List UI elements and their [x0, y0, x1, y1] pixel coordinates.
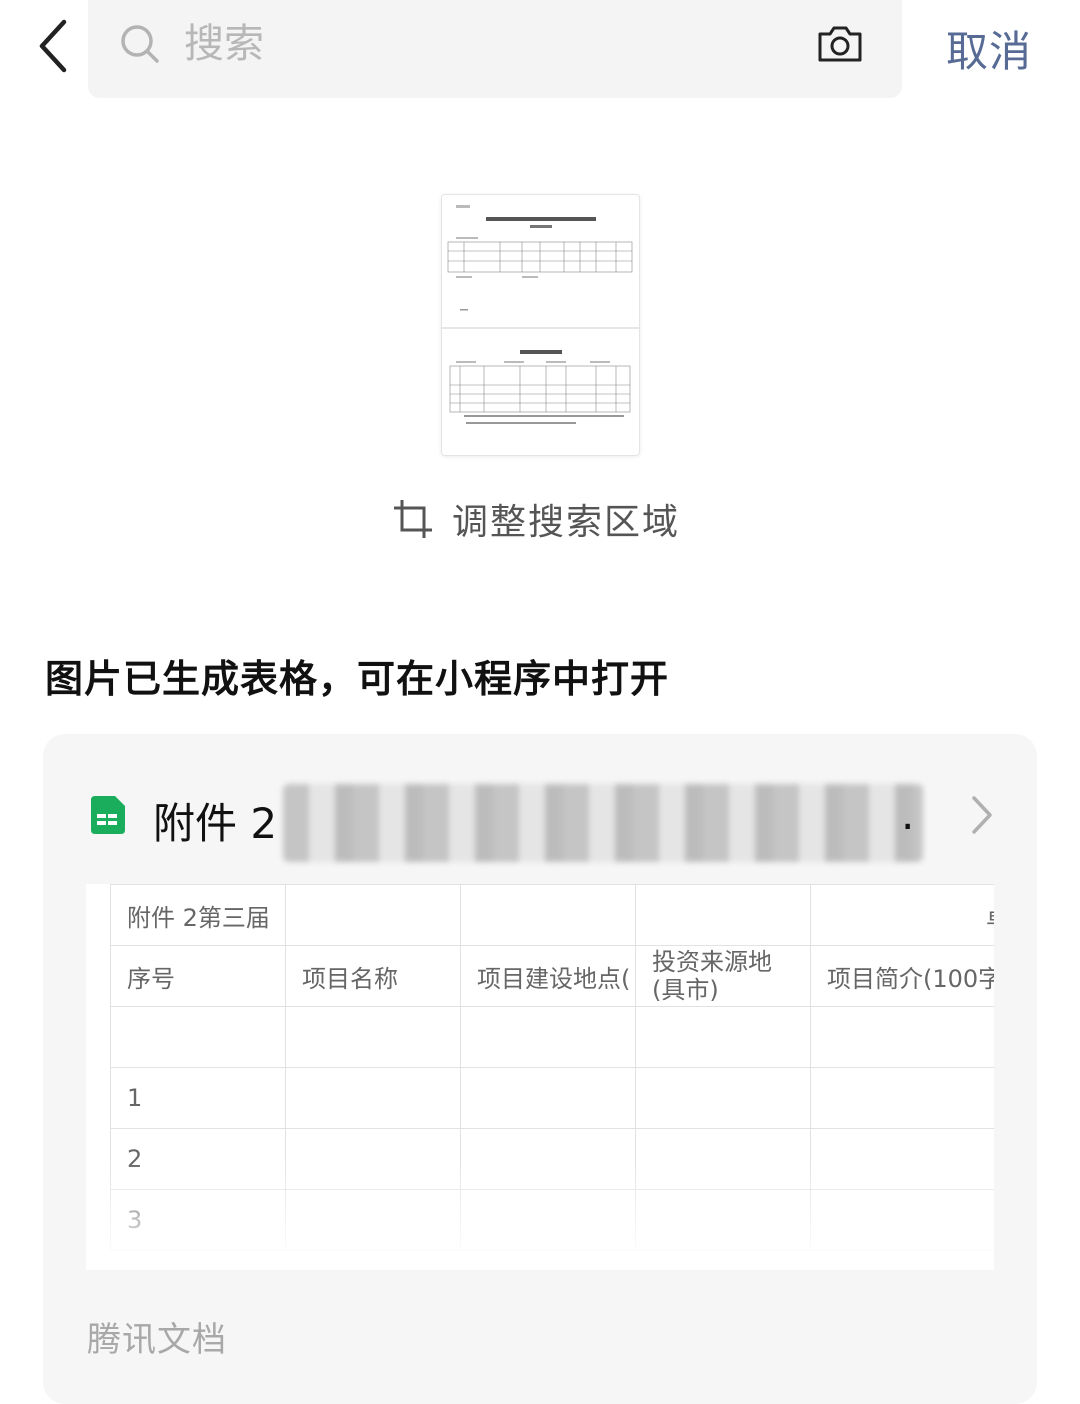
- search-input[interactable]: [184, 12, 784, 76]
- back-button[interactable]: [30, 16, 80, 76]
- source-label: 腾讯文档: [87, 1320, 227, 1360]
- camera-icon[interactable]: [816, 22, 864, 66]
- column-header: 投资来源地(具市): [635, 945, 811, 1007]
- table-cell: 附件 2第三届: [110, 884, 286, 946]
- table-cell: [110, 1006, 286, 1068]
- column-header: 项目简介(100字: [810, 945, 994, 1007]
- table-cell: [460, 1067, 636, 1129]
- adjust-label: 调整搜索区域: [452, 502, 681, 543]
- table-row: 序号 项目名称 项目建设地点( 投资来源地(具市) 项目简介(100字: [110, 945, 994, 1007]
- card-title: 附件 2: [153, 799, 278, 848]
- cancel-button[interactable]: 取消: [946, 18, 1032, 79]
- table-cell: 1: [110, 1067, 286, 1129]
- document-thumbnail[interactable]: [441, 194, 640, 456]
- search-icon: [121, 25, 159, 63]
- preview-fade: [86, 1160, 994, 1270]
- table-cell: [635, 1067, 811, 1129]
- table-cell: [285, 884, 461, 946]
- search-box[interactable]: [88, 0, 902, 98]
- chevron-left-icon: [39, 19, 67, 73]
- table-row: 附件 2第三届 卓: [110, 884, 994, 946]
- top-bar: 取消: [0, 0, 1080, 110]
- info-title: 图片已生成表格，可在小程序中打开: [45, 657, 670, 701]
- table-row: [110, 1006, 994, 1068]
- table-cell: [635, 884, 811, 946]
- table-cell: [810, 1006, 994, 1068]
- document-preview-image: [442, 195, 639, 455]
- table-cell: 卓: [810, 884, 994, 946]
- column-header: 序号: [110, 945, 286, 1007]
- adjust-search-area-button[interactable]: 调整搜索区域: [392, 494, 680, 544]
- table-cell: [460, 1006, 636, 1068]
- table-cell: [285, 1006, 461, 1068]
- table-cell: [460, 884, 636, 946]
- column-header: 项目名称: [285, 945, 461, 1007]
- spreadsheet-icon: [91, 796, 125, 834]
- title-ellipsis: .: [901, 790, 915, 839]
- table-cell: [285, 1067, 461, 1129]
- crop-icon: [394, 500, 432, 538]
- table-row: 1: [110, 1067, 994, 1129]
- table-cell: [635, 1006, 811, 1068]
- redacted-title-blur: [283, 784, 923, 862]
- tencent-doc-card[interactable]: 附件 2 . 附件 2第三届 卓 序号 项目名称 项目建设地点( 投资来源地(具…: [43, 734, 1037, 1404]
- table-cell: [810, 1067, 994, 1129]
- table-preview: 附件 2第三届 卓 序号 项目名称 项目建设地点( 投资来源地(具市) 项目简介…: [86, 884, 994, 1270]
- column-header: 项目建设地点(: [460, 945, 636, 1007]
- chevron-right-icon[interactable]: [969, 794, 995, 836]
